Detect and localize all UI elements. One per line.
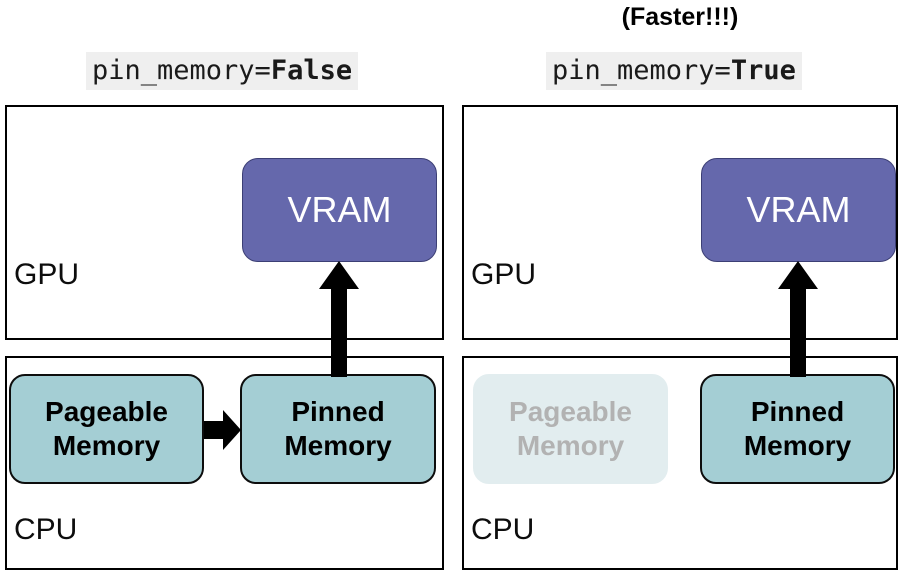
arrow-up-icon-left (319, 261, 359, 377)
pinned-memory-box-right: Pinned Memory (700, 374, 895, 484)
diagram-canvas: (Faster!!!) pin_memory=False pin_memory=… (0, 0, 905, 574)
pageable-memory-line2-right: Memory (516, 430, 625, 461)
pinned-memory-line2-right: Memory (743, 430, 852, 461)
cpu-label-right: CPU (471, 513, 535, 546)
pageable-memory-box-right-disabled: Pageable Memory (473, 374, 668, 484)
pageable-memory-box-left: Pageable Memory (9, 374, 204, 484)
pinned-memory-box-left: Pinned Memory (240, 374, 436, 484)
pageable-memory-line2-left: Memory (52, 430, 161, 461)
arrow-up-icon-right (778, 261, 818, 377)
gpu-label-left: GPU (14, 258, 80, 291)
vram-box-right: VRAM (701, 158, 896, 262)
vram-label-left: VRAM (287, 189, 392, 230)
title-pin-memory-true: pin_memory=True (546, 52, 802, 90)
pinned-memory-line1-right: Pinned (750, 396, 845, 427)
cpu-label-left: CPU (14, 513, 78, 546)
title-right-prefix: pin_memory= (552, 55, 731, 86)
vram-box-left: VRAM (242, 158, 437, 262)
gpu-label-right: GPU (471, 258, 537, 291)
title-left-prefix: pin_memory= (92, 55, 271, 86)
title-left-value: False (270, 55, 353, 86)
pageable-memory-line1-right: Pageable (509, 396, 632, 427)
pinned-memory-line1-left: Pinned (291, 396, 385, 427)
arrow-right-icon-left (204, 410, 241, 450)
vram-label-right: VRAM (746, 189, 851, 230)
pinned-memory-line2-left: Memory (284, 430, 392, 461)
title-right-value: True (730, 55, 796, 86)
title-pin-memory-false: pin_memory=False (86, 52, 359, 90)
pageable-memory-line1-left: Pageable (45, 396, 168, 427)
faster-annotation: (Faster!!!) (621, 3, 739, 31)
